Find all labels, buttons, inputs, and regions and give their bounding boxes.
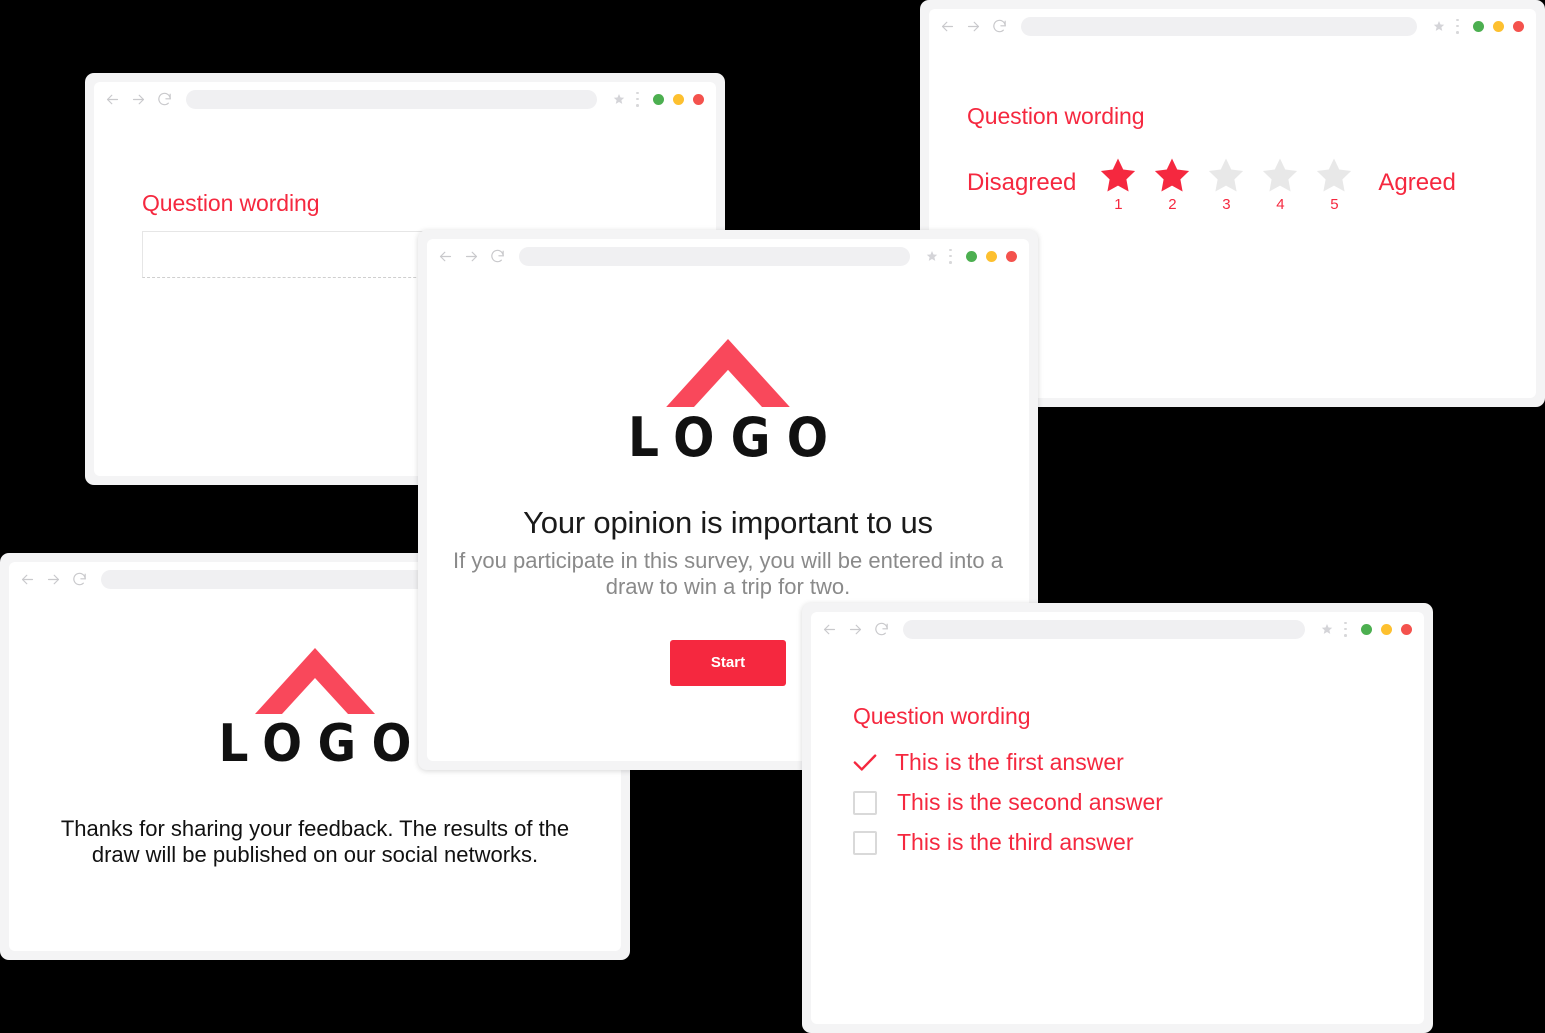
question-label: Question wording [853,703,1031,729]
star-filled-icon [1155,158,1190,192]
star-rating-scale: Disagreed 1 2 3 4 5 Agreed [967,156,1536,213]
browser-card-choice-question: Question wording This is the first answe… [802,603,1433,1033]
arrow-right-icon[interactable] [965,18,982,35]
window-control-dots [1361,623,1412,635]
reload-icon[interactable] [873,621,890,638]
browser-chrome-toolbar [929,9,1536,43]
star-number: 1 [1114,196,1123,213]
window-dot-red[interactable] [1513,20,1524,32]
arrow-right-icon[interactable] [130,91,147,108]
window-control-dots [1473,20,1524,32]
start-button[interactable]: Start [670,639,786,686]
checkmark-icon[interactable] [853,751,877,775]
choice-option-1[interactable]: This is the first answer [853,749,1424,776]
window-dot-green[interactable] [1473,20,1484,32]
arrow-left-icon[interactable] [104,91,121,108]
reload-icon[interactable] [991,18,1008,35]
star-icon[interactable] [613,93,625,105]
kebab-menu-icon[interactable] [1344,621,1347,637]
star-empty-icon [1317,158,1352,192]
window-dot-red[interactable] [1401,623,1412,635]
checkbox-empty-icon[interactable] [853,790,877,815]
star-number: 3 [1222,196,1231,213]
intro-subline: If you participate in this survey, you w… [453,548,1003,599]
window-dot-yellow[interactable] [1381,623,1392,635]
intro-headline: Your opinion is important to us [523,505,933,540]
browser-chrome-toolbar [811,612,1424,646]
window-control-dots [966,250,1017,262]
thank-you-message: Thanks for sharing your feedback. The re… [60,816,570,868]
url-input[interactable] [186,89,597,109]
choice-option-label: This is the first answer [895,749,1124,775]
survey-page-choice: Question wording This is the first answe… [811,646,1424,1024]
star-rating-option-2[interactable]: 2 [1152,156,1192,213]
chevron-roof-logo-icon [666,339,790,407]
screenshot-canvas: Question wording Question wording Disagr… [0,0,1545,1033]
window-dot-green[interactable] [1361,623,1372,635]
star-rating-option-5[interactable]: 5 [1314,156,1354,213]
arrow-right-icon[interactable] [463,248,480,265]
kebab-menu-icon[interactable] [949,248,952,264]
window-dot-yellow[interactable] [1493,20,1504,32]
reload-icon[interactable] [156,91,173,108]
arrow-left-icon[interactable] [939,18,956,35]
arrow-left-icon[interactable] [821,621,838,638]
arrow-right-icon[interactable] [45,571,62,588]
star-rating-option-3[interactable]: 3 [1206,156,1246,213]
browser-chrome-toolbar [427,239,1029,273]
window-dot-red[interactable] [693,93,704,105]
browser-chrome-toolbar [94,82,716,116]
checkbox-empty-icon[interactable] [853,830,877,855]
star-number: 4 [1276,196,1285,213]
brand-logo: LOGO [612,339,844,465]
reload-icon[interactable] [489,248,506,265]
star-empty-icon [1263,158,1298,192]
question-label: Question wording [967,103,1145,129]
star-number: 2 [1168,196,1177,213]
url-input[interactable] [903,619,1305,639]
chevron-roof-logo-icon [255,648,375,714]
arrow-right-icon[interactable] [847,621,864,638]
url-input[interactable] [1021,16,1417,36]
star-icon[interactable] [1321,623,1333,635]
star-icon[interactable] [926,250,938,262]
window-dot-yellow[interactable] [986,250,997,262]
window-dot-yellow[interactable] [673,93,684,105]
kebab-menu-icon[interactable] [1456,18,1459,34]
question-label: Question wording [142,190,320,216]
choice-option-label: This is the third answer [897,829,1134,855]
choice-option-3[interactable]: This is the third answer [853,829,1424,856]
logo-wordmark: LOGO [627,406,845,469]
star-group: 1 2 3 4 5 [1098,156,1354,213]
star-rating-option-1[interactable]: 1 [1098,156,1138,213]
choice-option-2[interactable]: This is the second answer [853,789,1424,816]
browser-viewport: Question wording This is the first answe… [811,612,1424,1024]
reload-icon[interactable] [71,571,88,588]
window-dot-green[interactable] [966,250,977,262]
star-empty-icon [1209,158,1244,192]
window-control-dots [653,93,704,105]
logo-wordmark: LOGO [218,714,427,774]
star-rating-option-4[interactable]: 4 [1260,156,1300,213]
brand-logo: LOGO [203,648,427,770]
window-dot-red[interactable] [1006,250,1017,262]
star-number: 5 [1330,196,1339,213]
window-dot-green[interactable] [653,93,664,105]
arrow-left-icon[interactable] [437,248,454,265]
star-icon[interactable] [1433,20,1445,32]
choice-option-label: This is the second answer [897,789,1163,815]
scale-label-high: Agreed [1378,169,1456,196]
scale-label-low: Disagreed [967,169,1077,196]
url-input[interactable] [519,246,910,266]
kebab-menu-icon[interactable] [636,91,639,107]
star-filled-icon [1101,158,1136,192]
choice-option-list: This is the first answer This is the sec… [853,749,1424,856]
arrow-left-icon[interactable] [19,571,36,588]
